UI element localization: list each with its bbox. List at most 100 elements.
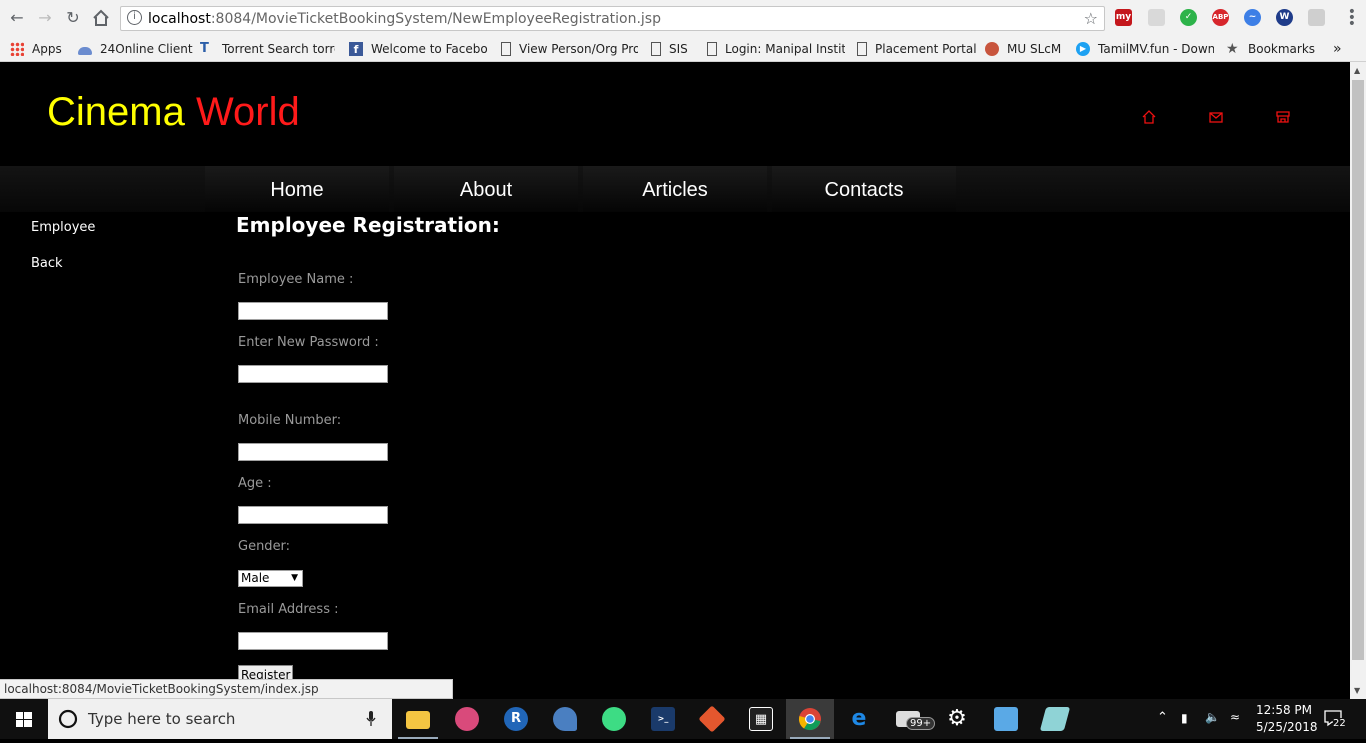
battery-icon[interactable]: ▮ bbox=[1181, 711, 1188, 725]
taskbar-search-placeholder: Type here to search bbox=[88, 710, 236, 728]
notification-count: 22 bbox=[1333, 718, 1346, 729]
browser-menu-icon[interactable]: • • • bbox=[1348, 5, 1356, 31]
wifi-icon[interactable]: ≈ bbox=[1230, 710, 1240, 724]
taskbar-app-edge[interactable]: e bbox=[835, 699, 883, 739]
terminal-icon: >_ bbox=[651, 707, 675, 731]
store-icon[interactable] bbox=[1276, 110, 1290, 124]
menu-about[interactable]: About bbox=[394, 166, 578, 212]
taskbar-file-explorer[interactable] bbox=[394, 699, 442, 739]
taskbar-app-notes[interactable] bbox=[1031, 699, 1079, 739]
page-icon bbox=[501, 42, 511, 56]
age-label: Age : bbox=[238, 476, 272, 491]
play-icon: ▶ bbox=[1076, 42, 1090, 56]
employee-name-input[interactable] bbox=[238, 302, 388, 320]
r-icon: R bbox=[504, 707, 528, 731]
address-url[interactable]: localhost:8084/MovieTicketBookingSystem/… bbox=[148, 11, 661, 27]
extension-adblock-icon[interactable]: ABP bbox=[1212, 9, 1229, 26]
menu-articles[interactable]: Articles bbox=[583, 166, 767, 212]
email-address-input[interactable] bbox=[238, 632, 388, 650]
extension-puzzle-icon[interactable] bbox=[1148, 9, 1165, 26]
bookmarks-overflow-button[interactable]: » bbox=[1333, 40, 1353, 58]
email-address-label: Email Address : bbox=[238, 602, 339, 617]
volume-icon[interactable]: 🔈 bbox=[1205, 710, 1220, 724]
chrome-icon bbox=[798, 708, 821, 731]
mobile-number-label: Mobile Number: bbox=[238, 413, 342, 428]
home-icon[interactable] bbox=[89, 6, 113, 30]
taskbar-app-terminal[interactable]: >_ bbox=[639, 699, 687, 739]
bookmark-mu-slcm[interactable]: MU SLcM bbox=[985, 40, 1069, 58]
logo-word-world: World bbox=[195, 90, 300, 134]
page-icon bbox=[651, 42, 661, 56]
bookmark-torrent-search[interactable]: T Torrent Search torre bbox=[200, 40, 335, 58]
page-icon bbox=[857, 42, 867, 56]
clock-time[interactable]: 12:58 PM bbox=[1256, 703, 1312, 717]
bookmark-login-manipal[interactable]: Login: Manipal Instit bbox=[707, 40, 845, 58]
taskbar-app-3d-viewer[interactable] bbox=[982, 699, 1030, 739]
cube-icon bbox=[994, 707, 1018, 731]
home-icon[interactable] bbox=[1142, 110, 1156, 124]
taskbar-app-chrome[interactable] bbox=[786, 699, 834, 739]
bookmarks-folder[interactable]: ★ Bookmarks bbox=[1226, 40, 1318, 58]
password-input[interactable] bbox=[238, 365, 388, 383]
taskbar-app-paint[interactable] bbox=[443, 699, 491, 739]
clock-date[interactable]: 5/25/2018 bbox=[1256, 720, 1318, 734]
dolphin-icon bbox=[553, 707, 577, 731]
menu-home[interactable]: Home bbox=[205, 166, 389, 212]
address-bar[interactable]: i localhost:8084/MovieTicketBookingSyste… bbox=[120, 6, 1105, 31]
bookmark-star-icon[interactable]: ☆ bbox=[1084, 9, 1098, 28]
taskbar-app-r[interactable]: R bbox=[492, 699, 540, 739]
taskbar-app-mysql[interactable] bbox=[541, 699, 589, 739]
taskbar-search-box[interactable]: Type here to search bbox=[48, 699, 392, 739]
forward-arrow-icon[interactable]: → bbox=[33, 6, 57, 30]
bookmark-facebook[interactable]: f Welcome to Faceboo bbox=[349, 40, 487, 58]
taskbar-app-android-studio[interactable] bbox=[590, 699, 638, 739]
sidebar-link-employee[interactable]: Employee bbox=[31, 220, 95, 235]
chevron-down-icon: ▼ bbox=[291, 573, 298, 583]
taskbar-app-git[interactable] bbox=[688, 699, 736, 739]
site-info-icon[interactable]: i bbox=[127, 10, 142, 25]
site-logo[interactable]: Cinema World bbox=[47, 90, 300, 135]
bookmark-tamilmv[interactable]: ▶ TamilMV.fun - Down bbox=[1076, 40, 1214, 58]
start-button[interactable] bbox=[0, 699, 48, 739]
extension-check-icon[interactable]: ✓ bbox=[1180, 9, 1197, 26]
mobile-number-input[interactable] bbox=[238, 443, 388, 461]
menu-contacts[interactable]: Contacts bbox=[772, 166, 956, 212]
gender-select[interactable]: Male ▼ bbox=[238, 570, 303, 587]
age-input[interactable] bbox=[238, 506, 388, 524]
folder-icon bbox=[406, 711, 430, 729]
mail-icon[interactable] bbox=[1209, 110, 1223, 124]
extension-cube-icon[interactable] bbox=[1308, 9, 1325, 26]
windows-taskbar: Type here to search R >_ ▦ e 99+ ⚙ ⌃ ▮ 🔈… bbox=[0, 699, 1366, 739]
browser-toolbar: ← → ↻ i localhost:8084/MovieTicketBookin… bbox=[0, 0, 1366, 36]
bookmark-apps[interactable]: Apps bbox=[10, 40, 72, 58]
mail-badge: 99+ bbox=[906, 717, 936, 730]
apps-grid-icon bbox=[10, 42, 24, 56]
page-title: Employee Registration: bbox=[236, 213, 500, 237]
bookmark-sis[interactable]: SIS bbox=[651, 40, 701, 58]
star-icon: ★ bbox=[1226, 41, 1239, 57]
taskbar-app-calculator[interactable]: ▦ bbox=[737, 699, 785, 739]
employee-name-label: Employee Name : bbox=[238, 272, 354, 287]
gear-icon: ⚙ bbox=[947, 706, 967, 731]
reload-icon[interactable]: ↻ bbox=[61, 6, 85, 30]
taskbar-app-settings[interactable]: ⚙ bbox=[933, 699, 981, 739]
extension-wave-icon[interactable]: ~ bbox=[1244, 9, 1261, 26]
android-icon bbox=[602, 707, 626, 731]
scroll-down-icon[interactable]: ▼ bbox=[1354, 686, 1360, 695]
scrollbar-thumb[interactable] bbox=[1352, 80, 1364, 660]
gender-select-value: Male bbox=[241, 571, 270, 585]
taskbar-app-mail[interactable]: 99+ bbox=[884, 699, 936, 739]
sidebar-link-back[interactable]: Back bbox=[31, 256, 63, 271]
bookmark-placement-portal[interactable]: Placement Portal bbox=[857, 40, 977, 58]
scroll-up-icon[interactable]: ▲ bbox=[1354, 66, 1360, 75]
bookmark-view-person[interactable]: View Person/Org Pro bbox=[501, 40, 638, 58]
page-icon bbox=[707, 42, 717, 56]
bookmark-24online[interactable]: 24Online Client bbox=[78, 40, 193, 58]
microphone-icon[interactable] bbox=[366, 711, 376, 727]
tray-chevron-up-icon[interactable]: ⌃ bbox=[1157, 710, 1168, 725]
extension-my-icon[interactable]: my bbox=[1115, 9, 1132, 26]
password-label: Enter New Password : bbox=[238, 335, 379, 350]
back-arrow-icon[interactable]: ← bbox=[5, 6, 29, 30]
page-scrollbar[interactable]: ▲ ▼ bbox=[1350, 62, 1366, 699]
extension-w-icon[interactable]: W bbox=[1276, 9, 1293, 26]
